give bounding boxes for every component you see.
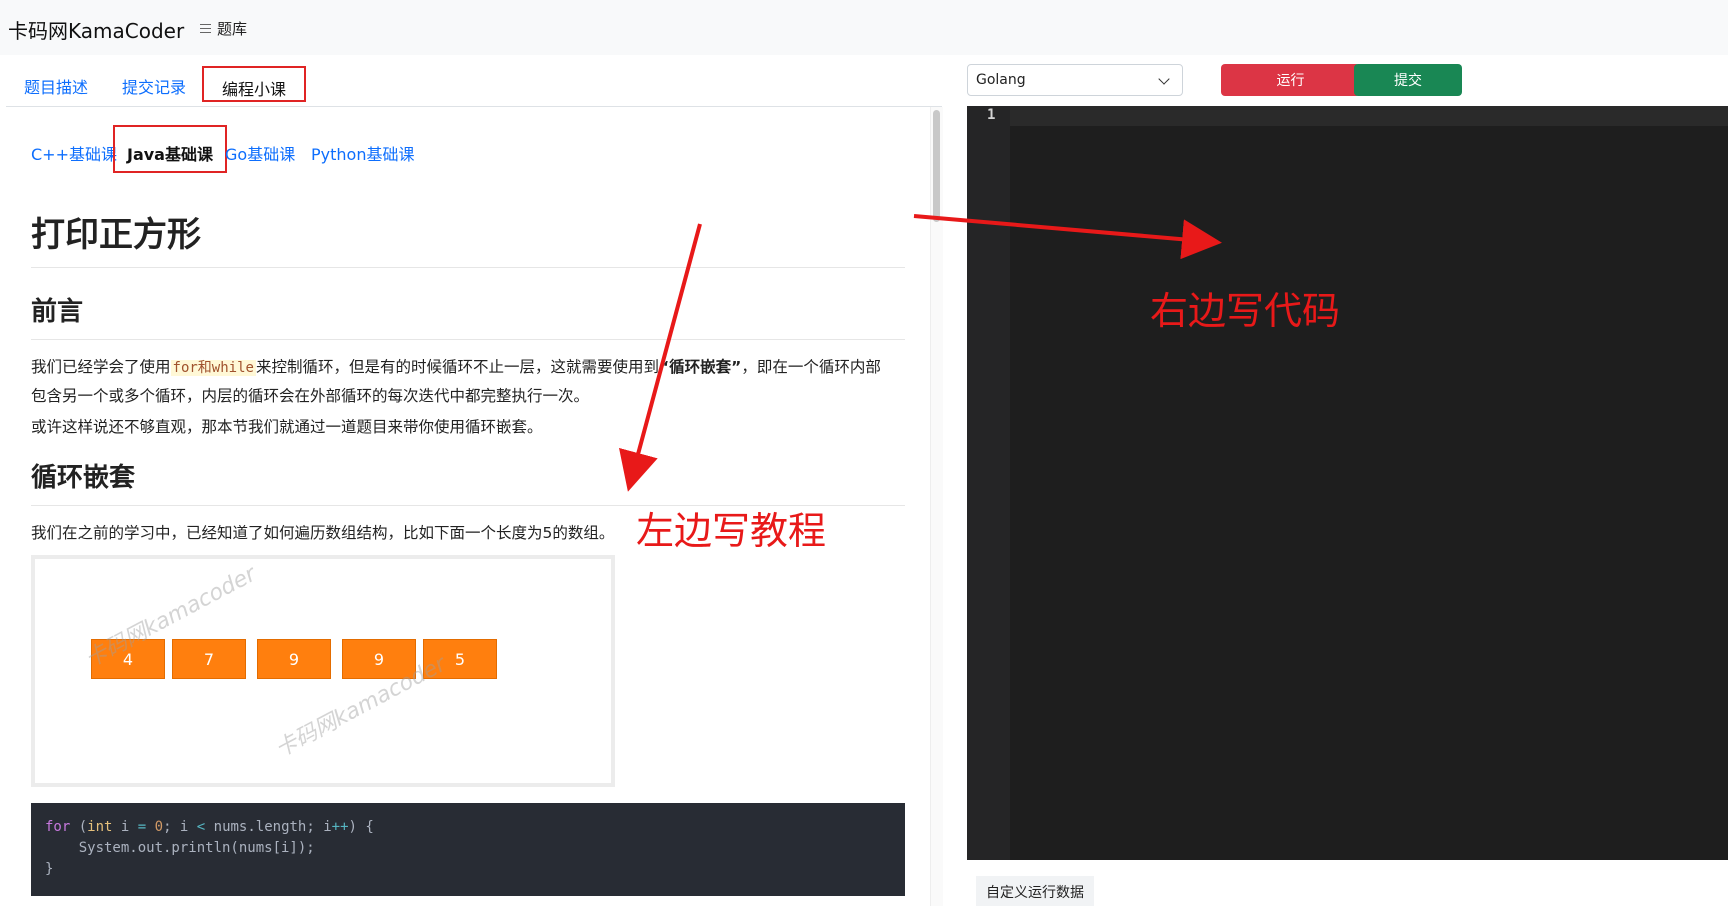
nav-problem-bank[interactable]: 题库	[200, 18, 247, 39]
submit-button[interactable]: 提交	[1354, 64, 1462, 96]
array-cell: 9	[257, 639, 331, 679]
annotation-right-code: 右边写代码	[1150, 289, 1341, 333]
subtab-go[interactable]: Go基础课	[225, 141, 295, 165]
line-number: 1	[987, 107, 996, 123]
subtab-cpp[interactable]: C++基础课	[31, 141, 117, 165]
tab-submission-history[interactable]: 提交记录	[122, 74, 186, 98]
code-block: for (int i = 0; i < nums.length; i++) { …	[31, 803, 905, 896]
brand-logo[interactable]: 卡码网KamaCoder	[8, 15, 184, 44]
divider	[31, 267, 905, 268]
tab-problem-description[interactable]: 题目描述	[24, 74, 88, 98]
editor-gutter	[967, 106, 1010, 860]
array-cell: 7	[172, 639, 246, 679]
section-heading-preface: 前言	[31, 297, 84, 327]
chevron-down-icon	[1158, 73, 1170, 85]
array-figure: 4 7 9 9 5 卡码网kamacoder 卡码网kamacoder	[31, 555, 615, 787]
lesson-title: 打印正方形	[31, 215, 201, 255]
top-navbar: 卡码网KamaCoder 题库	[0, 0, 1728, 55]
menu-icon	[200, 24, 211, 33]
divider	[31, 339, 905, 340]
paragraph-intro: 我们已经学会了使用 for和while 来控制循环，但是有的时候循环不止一层，这就需…	[31, 358, 881, 405]
subtab-java[interactable]: Java基础课	[113, 125, 227, 173]
run-button[interactable]: 运行	[1221, 64, 1360, 96]
left-panel-tabs: 题目描述 提交记录 编程小课	[6, 62, 942, 107]
custom-run-data-button[interactable]: 自定义运行数据	[976, 876, 1094, 906]
code-editor[interactable]: 1	[967, 106, 1728, 860]
language-select-value: Golang	[976, 72, 1026, 88]
code-line-3: }	[45, 861, 54, 877]
left-scrollbar-track[interactable]	[930, 107, 943, 906]
subtab-python[interactable]: Python基础课	[311, 141, 414, 165]
left-scrollbar-thumb[interactable]	[933, 110, 940, 222]
course-subtabs: C++基础课 Java基础课 Go基础课 Python基础课	[31, 125, 551, 173]
annotation-left-tutorial: 左边写教程	[636, 509, 827, 553]
active-line-highlight	[1010, 106, 1728, 126]
tab-programming-lessons[interactable]: 编程小课	[202, 66, 307, 102]
inline-code: for和while	[170, 360, 256, 376]
language-select[interactable]: Golang	[967, 64, 1183, 96]
code-line-2: System.out.println(nums[i]);	[45, 840, 315, 856]
code-line-1: for (int i = 0; i < nums.length; i++) {	[45, 819, 374, 835]
paragraph-lead: 或许这样说还不够直观，那本节我们就通过一道题目来带你使用循环嵌套。	[31, 418, 543, 436]
nav-problem-bank-label: 题库	[217, 20, 248, 38]
section-heading-nested-loops: 循环嵌套	[31, 463, 136, 493]
